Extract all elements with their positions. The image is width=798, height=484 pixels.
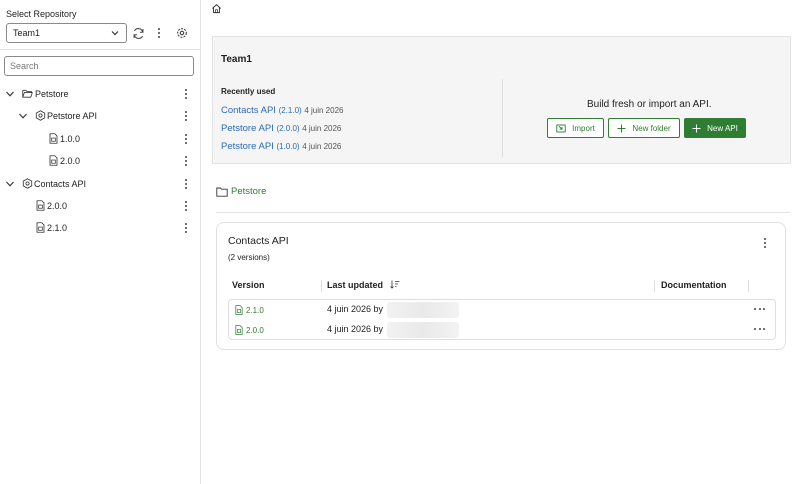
versions-table: 2.1.0 4 juin 2026 by 2.0.0 4 juin 2026 b…	[228, 299, 776, 340]
tree-item-label: 1.0.0	[60, 134, 81, 144]
import-button[interactable]: Import	[547, 118, 604, 138]
last-updated-value: 4 juin 2026 by	[327, 324, 384, 334]
version-link[interactable]: 2.0.0	[234, 325, 264, 335]
more-options-icon[interactable]	[182, 88, 190, 100]
chevron-down-icon[interactable]	[5, 179, 15, 189]
more-options-icon[interactable]	[182, 110, 190, 122]
new-api-button[interactable]: New API	[684, 118, 746, 138]
more-options-icon[interactable]	[151, 25, 167, 41]
version-link[interactable]: 2.1.0	[234, 305, 264, 315]
recent-item[interactable]: Petstore API (2.0.0) 4 juin 2026	[221, 123, 341, 134]
document-icon	[36, 200, 45, 211]
api-card: Contacts API (2 versions) Version Last u…	[216, 222, 786, 350]
tree-item-version[interactable]: 2.0.0	[0, 152, 200, 170]
tree-item-label: Petstore	[35, 89, 69, 99]
more-options-icon[interactable]	[761, 237, 769, 249]
document-icon	[36, 222, 45, 233]
column-divider	[321, 280, 322, 292]
search-input[interactable]	[4, 56, 194, 76]
recent-item[interactable]: Contacts API (2.1.0) 4 juin 2026	[221, 105, 343, 116]
api-card-version-count: (2 versions)	[228, 253, 270, 262]
sort-descending-icon[interactable]	[389, 280, 400, 289]
column-divider	[654, 280, 655, 292]
redacted-author	[387, 302, 459, 318]
document-icon	[235, 325, 243, 335]
version-label[interactable]: 2.0.0	[246, 326, 264, 335]
repository-sidebar: Select Repository Team1 Petstore Petstor…	[0, 0, 201, 484]
document-icon	[235, 305, 243, 315]
repository-select[interactable]: Team1	[6, 23, 127, 43]
folder-breadcrumb[interactable]: Petstore	[216, 186, 266, 197]
recent-item-name[interactable]: Petstore API	[221, 123, 274, 134]
recent-item-version: (1.0.0)	[276, 142, 300, 151]
column-divider	[748, 280, 749, 292]
column-header-documentation: Documentation	[661, 280, 727, 290]
import-icon	[556, 124, 566, 133]
more-options-icon[interactable]	[182, 178, 190, 190]
more-options-icon[interactable]	[182, 155, 190, 167]
tree-item-contacts-api[interactable]: Contacts API	[0, 175, 200, 193]
sidebar-divider	[0, 49, 201, 50]
tree-item-label: 2.0.0	[60, 156, 81, 166]
recent-item-date: 4 juin 2026	[302, 124, 342, 133]
tree-item-version[interactable]: 2.0.0	[0, 197, 200, 215]
chevron-down-icon	[111, 31, 119, 36]
tree-item-label: Petstore API	[47, 111, 98, 121]
section-divider	[216, 212, 790, 213]
more-options-icon[interactable]	[182, 133, 190, 145]
version-label[interactable]: 2.1.0	[246, 306, 264, 315]
folder-open-icon	[22, 89, 33, 98]
import-button-label: Import	[572, 123, 595, 133]
last-updated-value: 4 juin 2026 by	[327, 304, 384, 314]
tree-item-petstore-api[interactable]: Petstore API	[0, 107, 200, 125]
recent-item-name[interactable]: Contacts API	[221, 105, 276, 116]
recent-item-name[interactable]: Petstore API	[221, 141, 274, 152]
settings-gear-icon[interactable]	[174, 25, 190, 41]
new-folder-button[interactable]: New folder	[608, 118, 680, 138]
new-folder-button-label: New folder	[632, 123, 671, 133]
new-api-button-label: New API	[707, 123, 738, 133]
build-or-import-text: Build fresh or import an API.	[587, 99, 712, 110]
table-row[interactable]: 2.1.0 4 juin 2026 by	[229, 300, 775, 320]
chevron-down-icon[interactable]	[5, 89, 15, 99]
document-icon	[49, 155, 58, 166]
api-card-title: Contacts API	[228, 235, 289, 247]
tree-item-version[interactable]: 2.1.0	[0, 219, 200, 237]
more-options-icon[interactable]	[182, 200, 190, 212]
recent-item-version: (2.0.0)	[276, 124, 300, 133]
recent-item-date: 4 juin 2026	[304, 106, 344, 115]
plus-icon	[617, 124, 626, 132]
team-overview-card: Team1 Recently used Contacts API (2.1.0)…	[212, 36, 791, 164]
overview-divider	[502, 79, 503, 157]
column-header-version: Version	[232, 280, 265, 290]
more-options-icon[interactable]	[182, 222, 190, 234]
tree-item-label: Contacts API	[34, 179, 87, 189]
recently-used-heading: Recently used	[221, 87, 276, 96]
redacted-author	[387, 322, 459, 338]
recent-item-version: (2.1.0)	[278, 106, 302, 115]
tree-item-label: 2.1.0	[47, 223, 68, 233]
team-title: Team1	[221, 54, 252, 65]
refresh-icon[interactable]	[130, 25, 146, 41]
chevron-down-icon[interactable]	[18, 111, 28, 121]
api-icon	[35, 110, 46, 121]
row-more-options-icon[interactable]	[754, 308, 765, 311]
select-repository-label: Select Repository	[6, 9, 77, 19]
row-more-options-icon[interactable]	[754, 328, 765, 331]
folder-breadcrumb-label[interactable]: Petstore	[231, 186, 266, 197]
column-header-label: Last updated	[327, 280, 384, 290]
table-row[interactable]: 2.0.0 4 juin 2026 by	[229, 320, 775, 340]
tree-item-petstore-folder[interactable]: Petstore	[0, 85, 200, 103]
repository-select-value: Team1	[13, 28, 41, 38]
api-icon	[22, 178, 33, 189]
home-icon[interactable]	[211, 3, 222, 14]
document-icon	[49, 133, 58, 144]
plus-icon	[692, 124, 701, 132]
column-header-last-updated[interactable]: Last updated	[327, 280, 400, 290]
folder-icon	[216, 187, 228, 197]
recent-item[interactable]: Petstore API (1.0.0) 4 juin 2026	[221, 141, 341, 152]
tree-item-label: 2.0.0	[47, 201, 68, 211]
tree-item-version[interactable]: 1.0.0	[0, 130, 200, 148]
recent-item-date: 4 juin 2026	[302, 142, 342, 151]
